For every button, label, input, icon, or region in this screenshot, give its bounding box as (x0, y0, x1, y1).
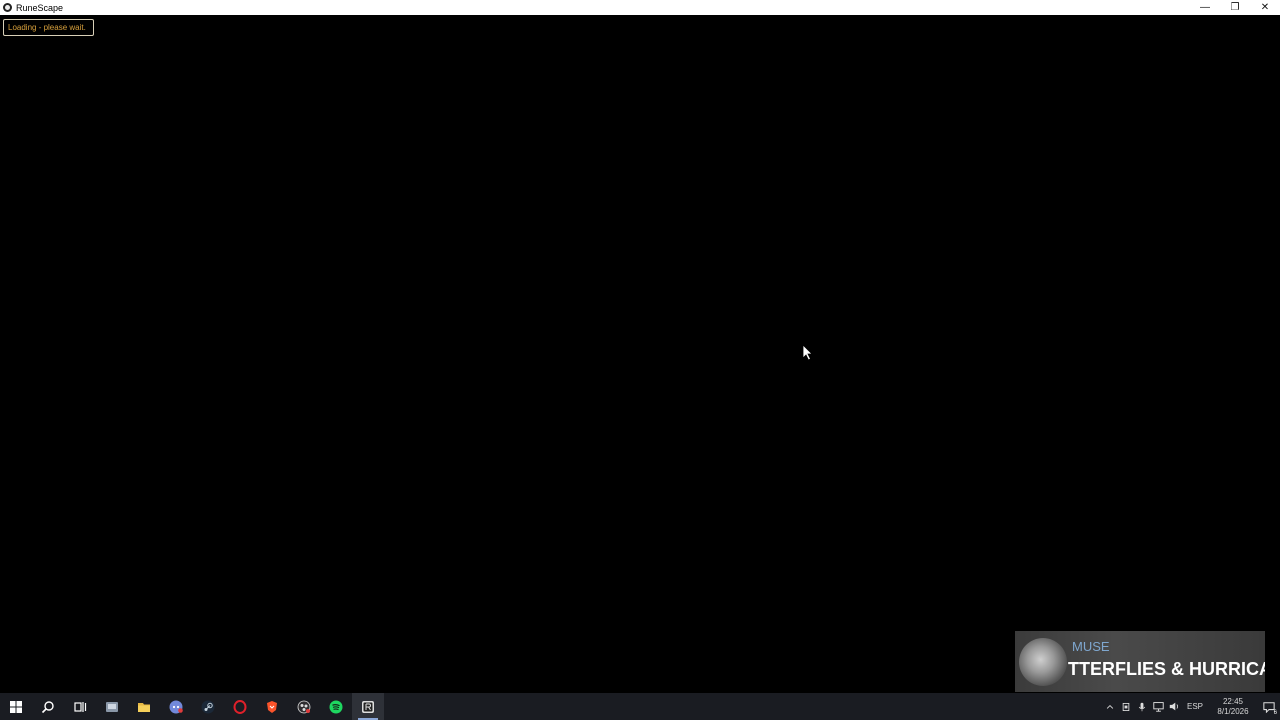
app-icon (106, 701, 118, 712)
start-button[interactable] (0, 693, 32, 720)
steam-icon (201, 700, 215, 713)
window-controls: — ❐ ✕ (1190, 0, 1280, 15)
obs-icon (297, 700, 311, 713)
runescape-app-icon (3, 3, 12, 12)
album-art (1019, 638, 1067, 686)
taskbar-opera[interactable] (224, 693, 256, 720)
restore-button[interactable]: ❐ (1220, 0, 1250, 15)
network-icon (1152, 702, 1164, 712)
start-icon (10, 700, 22, 713)
system-tray: ESP 22:45 8/1/2026 6 (1102, 693, 1280, 720)
tray-volume[interactable] (1166, 693, 1182, 720)
clock-time: 22:45 (1222, 696, 1244, 706)
close-button[interactable]: ✕ (1250, 0, 1280, 15)
window-title-bar[interactable]: RuneScape — ❐ ✕ (0, 0, 1280, 15)
taskbar-app-1[interactable] (96, 693, 128, 720)
microphone-icon (1138, 702, 1146, 711)
minimize-button[interactable]: — (1190, 0, 1220, 15)
tray-microphone[interactable] (1134, 693, 1150, 720)
input-language[interactable]: ESP (1182, 702, 1208, 711)
mouse-cursor-icon (802, 344, 813, 361)
taskbar-steam[interactable] (192, 693, 224, 720)
action-center-button[interactable]: 6 (1258, 693, 1280, 720)
discord-icon (169, 700, 183, 713)
notification-count: 6 (1273, 710, 1277, 716)
taskbar-obs[interactable] (288, 693, 320, 720)
tray-usb[interactable] (1118, 693, 1134, 720)
now-playing-overlay: MUSE TTERFLIES & HURRICA (1015, 631, 1265, 692)
taskbar: ESP 22:45 8/1/2026 6 (0, 693, 1280, 720)
search-icon (41, 700, 54, 713)
taskbar-brave[interactable] (256, 693, 288, 720)
now-playing-artist: MUSE (1072, 639, 1110, 654)
opera-icon (233, 699, 247, 714)
taskbar-file-explorer[interactable] (128, 693, 160, 720)
clock-date: 8/1/2026 (1217, 706, 1249, 716)
now-playing-track: TTERFLIES & HURRICA (1068, 659, 1265, 679)
task-view-icon (74, 701, 87, 712)
chevron-up-icon (1106, 704, 1114, 709)
runescape-icon (362, 700, 374, 713)
taskbar-runescape[interactable] (352, 693, 384, 720)
volume-icon (1169, 702, 1178, 711)
game-canvas[interactable]: Loading - please wait. (0, 15, 1280, 693)
minimize-icon: — (1200, 2, 1210, 13)
brave-icon (267, 700, 277, 713)
window-title: RuneScape (16, 2, 64, 13)
loading-message: Loading - please wait. (3, 19, 94, 36)
file-explorer-icon (138, 702, 150, 712)
spotify-icon (329, 700, 343, 713)
search-button[interactable] (32, 693, 64, 720)
restore-icon: ❐ (1230, 2, 1240, 13)
tray-network[interactable] (1150, 693, 1166, 720)
task-view-button[interactable] (64, 693, 96, 720)
device-icon (1122, 702, 1130, 711)
close-icon: ✕ (1260, 2, 1270, 13)
taskbar-discord[interactable] (160, 693, 192, 720)
tray-overflow-button[interactable] (1102, 693, 1118, 720)
taskbar-clock[interactable]: 22:45 8/1/2026 (1208, 697, 1258, 717)
taskbar-spotify[interactable] (320, 693, 352, 720)
